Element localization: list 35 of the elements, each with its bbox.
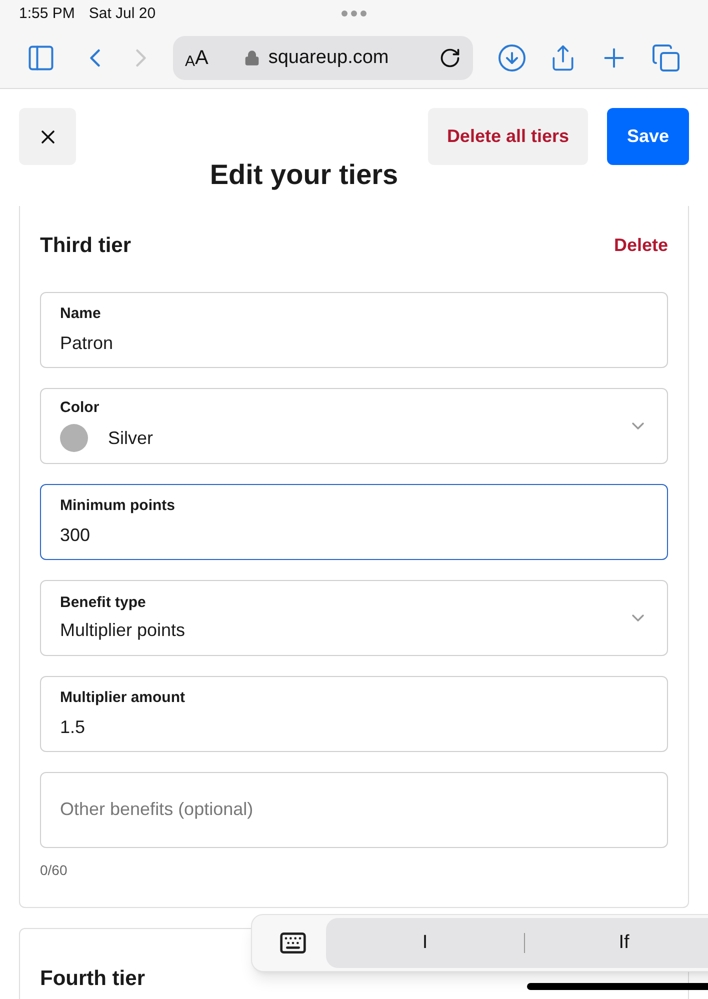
page-title: Edit your tiers	[210, 158, 398, 192]
save-button[interactable]: Save	[607, 108, 689, 165]
text-field[interactable]: Multiplier amount 1.5	[40, 676, 668, 752]
select-field[interactable]: Color Silver	[40, 388, 668, 464]
tier-title: Third tier	[40, 233, 132, 259]
format-button[interactable]: AA	[185, 43, 208, 73]
select-value: Multiplier points	[60, 618, 186, 642]
field-value: 1.5	[60, 716, 86, 738]
field-label: Color	[60, 399, 100, 418]
download-icon[interactable]	[497, 43, 527, 73]
delete-button[interactable]: Delete	[614, 232, 668, 260]
reload-icon[interactable]	[439, 47, 461, 69]
field-label: Benefit type	[60, 594, 147, 613]
delete-all-button[interactable]: Delete all tiers	[428, 108, 588, 165]
field-label: Minimum points	[60, 496, 176, 516]
field-value: Patron	[60, 332, 114, 354]
text-field[interactable]: Minimum points 300	[40, 484, 668, 560]
select-field[interactable]: Benefit type Multiplier points	[40, 580, 668, 656]
status-date: Sat Jul 20	[88, 4, 156, 24]
url-text: squareup.com	[268, 46, 389, 70]
suggestion-button[interactable]: I	[326, 928, 524, 958]
select-value: Silver	[108, 426, 154, 450]
character-counter: 0/60	[40, 860, 68, 880]
field-label: Name	[60, 304, 102, 324]
status-time: 1:55 PM	[19, 4, 75, 24]
field-label: Multiplier amount	[60, 688, 186, 708]
tabs-icon[interactable]	[651, 43, 681, 73]
more-dots-icon	[341, 10, 367, 17]
lock-icon	[244, 50, 260, 66]
text-field[interactable]: Name Patron	[40, 292, 668, 368]
address-bar[interactable]: AA squareup.com	[173, 36, 473, 80]
suggestion-button[interactable]: If	[525, 928, 708, 958]
tier-title: Fourth tier	[40, 966, 145, 992]
field-value: 300	[60, 524, 92, 546]
text-area[interactable]: Other benefits (optional)	[40, 772, 668, 848]
